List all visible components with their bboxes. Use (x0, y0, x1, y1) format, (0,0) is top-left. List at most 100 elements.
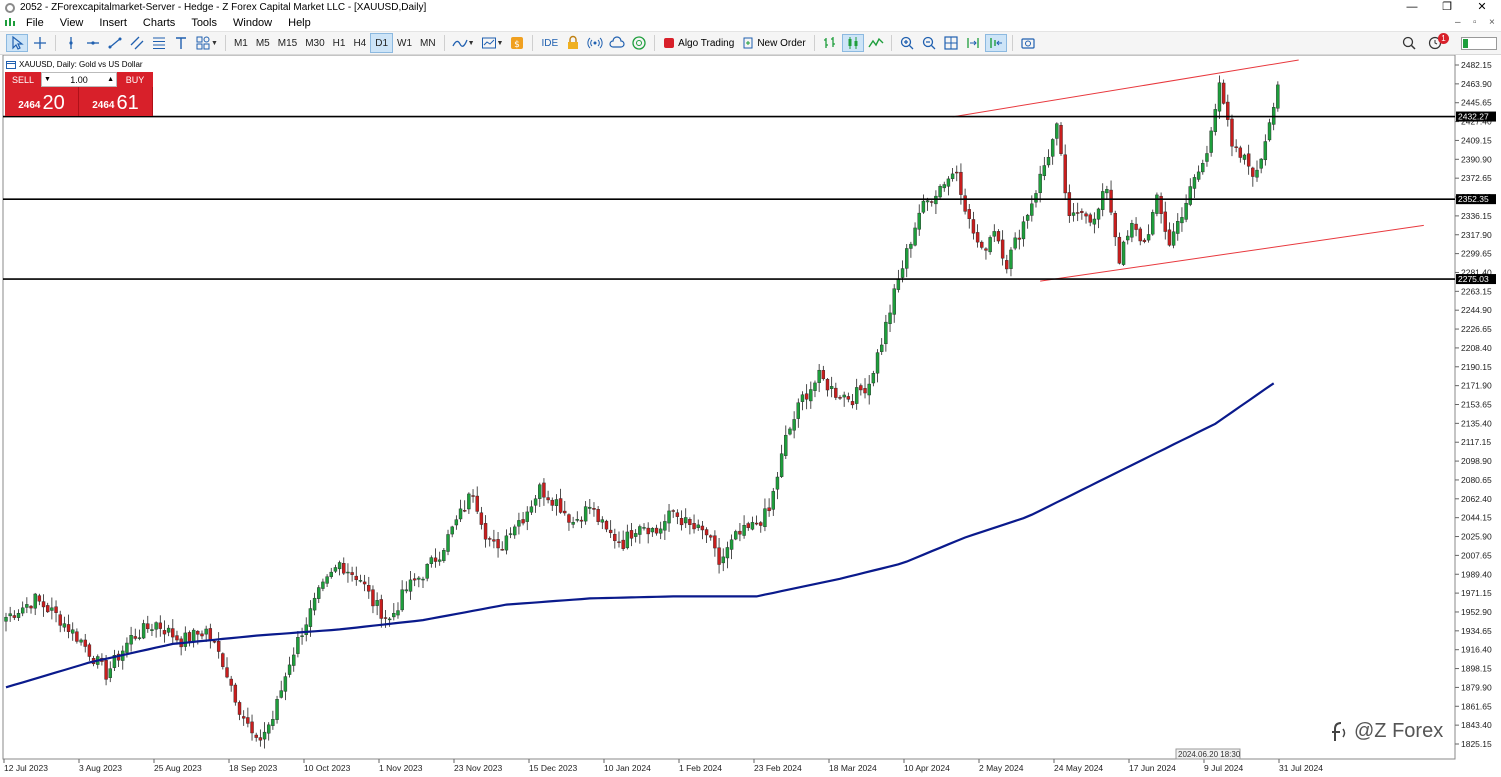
candle (679, 510, 684, 531)
candle (408, 570, 413, 600)
buy-button[interactable]: BUY (117, 72, 153, 87)
bullish-candle-body (913, 227, 917, 246)
candle (1138, 226, 1142, 246)
indicators-dropdown-icon[interactable]: ▼ (468, 40, 475, 47)
timeframe-d1[interactable]: D1 (370, 33, 394, 53)
new-order-button[interactable]: New Order (738, 37, 809, 49)
candle (800, 391, 805, 411)
notifications-icon[interactable]: 1 (1426, 33, 1449, 52)
bullish-candle-body (183, 632, 188, 647)
candle (208, 623, 213, 649)
bullish-candle-body (650, 528, 655, 533)
candle (1042, 157, 1047, 181)
templates-dropdown-icon[interactable]: ▼ (497, 40, 504, 47)
menu-view[interactable]: View (52, 17, 92, 29)
menu-window[interactable]: Window (225, 17, 280, 29)
candle (930, 200, 934, 207)
chart-window[interactable]: 2482.15 2463.90 2445.65 2427.40 2409.15 2390.… (0, 55, 1501, 777)
market-icon[interactable]: $ (507, 34, 527, 52)
bearish-candle-body (54, 606, 58, 613)
candle (788, 426, 792, 436)
close-icon[interactable]: ✕ (1467, 0, 1497, 15)
shapes-dropdown-icon[interactable]: ▼ (211, 40, 218, 47)
candle (938, 184, 942, 200)
signals-icon[interactable] (585, 34, 605, 52)
ide-button[interactable]: IDE (537, 34, 562, 52)
candle (617, 531, 621, 548)
algo-trading-button[interactable]: Algo Trading (659, 37, 738, 49)
bullish-candle-body (871, 373, 876, 384)
fibonacci-icon[interactable] (149, 34, 169, 52)
buy-price[interactable]: 2464 61 (79, 87, 153, 116)
child-close-icon[interactable]: × (1489, 15, 1495, 31)
shapes-icon[interactable]: ▼ (193, 34, 220, 52)
indicators-icon[interactable]: ▼ (450, 34, 477, 52)
candle (262, 722, 267, 749)
restore-icon[interactable]: ❐ (1432, 0, 1462, 15)
bar-chart-icon[interactable] (820, 34, 840, 52)
community-icon[interactable] (629, 34, 649, 52)
templates-icon[interactable]: ▼ (479, 34, 506, 52)
cursor-tool-icon[interactable] (6, 34, 28, 52)
candle (875, 349, 880, 383)
chart-menu-icon[interactable] (4, 17, 16, 29)
candle (421, 576, 425, 588)
sell-price[interactable]: 2464 20 (5, 87, 79, 116)
bullish-candle-body (642, 527, 646, 529)
bullish-candle-body (517, 520, 521, 527)
text-tool-icon[interactable] (171, 34, 191, 52)
price-tick-label: 1989.40 (1461, 569, 1492, 579)
timeframe-h4[interactable]: H4 (349, 34, 370, 52)
lock-icon[interactable] (563, 34, 583, 52)
search-icon[interactable] (1399, 34, 1419, 52)
timeframe-m30[interactable]: M30 (301, 34, 328, 52)
screenshot-icon[interactable] (1018, 34, 1038, 52)
candle (1142, 238, 1147, 244)
vps-icon[interactable] (607, 34, 627, 52)
timeframe-mn[interactable]: MN (416, 34, 440, 52)
autoscroll-icon[interactable] (984, 34, 1007, 52)
price-tick-label: 2336.15 (1461, 211, 1492, 221)
candle (367, 576, 371, 599)
menu-insert[interactable]: Insert (91, 17, 135, 29)
chart-shift-icon[interactable] (963, 34, 983, 52)
sell-button[interactable]: SELL (5, 72, 41, 87)
vertical-line-icon[interactable] (61, 34, 81, 52)
timeframe-w1[interactable]: W1 (393, 34, 416, 52)
timeframe-m5[interactable]: M5 (252, 34, 274, 52)
lot-decrease-icon[interactable]: ▼ (44, 76, 51, 83)
minimize-icon[interactable]: — (1397, 0, 1427, 15)
candlestick-chart-icon[interactable] (841, 34, 864, 52)
timeframe-m15[interactable]: M15 (274, 34, 301, 52)
line-chart-icon[interactable] (866, 34, 886, 52)
menu-tools[interactable]: Tools (183, 17, 225, 29)
price-tick-label: 2226.65 (1461, 324, 1492, 334)
bearish-candle-body (542, 482, 546, 498)
price-chart[interactable]: 2482.152463.902445.652427.402409.152390.… (0, 55, 1501, 777)
trendline-icon[interactable] (105, 34, 125, 52)
timeframe-m1[interactable]: M1 (230, 34, 252, 52)
zoom-out-icon[interactable] (919, 34, 939, 52)
lot-increase-icon[interactable]: ▲ (107, 76, 114, 83)
candle (513, 524, 517, 539)
child-minimize-icon[interactable]: – (1455, 15, 1461, 31)
menu-charts[interactable]: Charts (135, 17, 183, 29)
candle (1226, 94, 1230, 127)
horizontal-line-icon[interactable] (83, 34, 103, 52)
timeframe-h1[interactable]: H1 (329, 34, 350, 52)
channel-icon[interactable] (127, 34, 147, 52)
bearish-candle-body (604, 520, 609, 530)
connection-status-fill (1463, 38, 1468, 48)
candle (1021, 216, 1026, 247)
bullish-candle-body (763, 508, 767, 527)
bearish-candle-body (930, 201, 934, 203)
zoom-in-icon[interactable] (897, 34, 917, 52)
lot-size-field[interactable]: ▼ 1.00 ▲ (41, 72, 117, 87)
candle (292, 647, 296, 672)
menu-file[interactable]: File (18, 17, 52, 29)
child-restore-icon[interactable]: ▫ (1473, 15, 1477, 31)
menu-help[interactable]: Help (280, 17, 319, 29)
candle (646, 522, 650, 544)
crosshair-icon[interactable] (30, 34, 50, 52)
tile-windows-icon[interactable] (941, 34, 961, 52)
